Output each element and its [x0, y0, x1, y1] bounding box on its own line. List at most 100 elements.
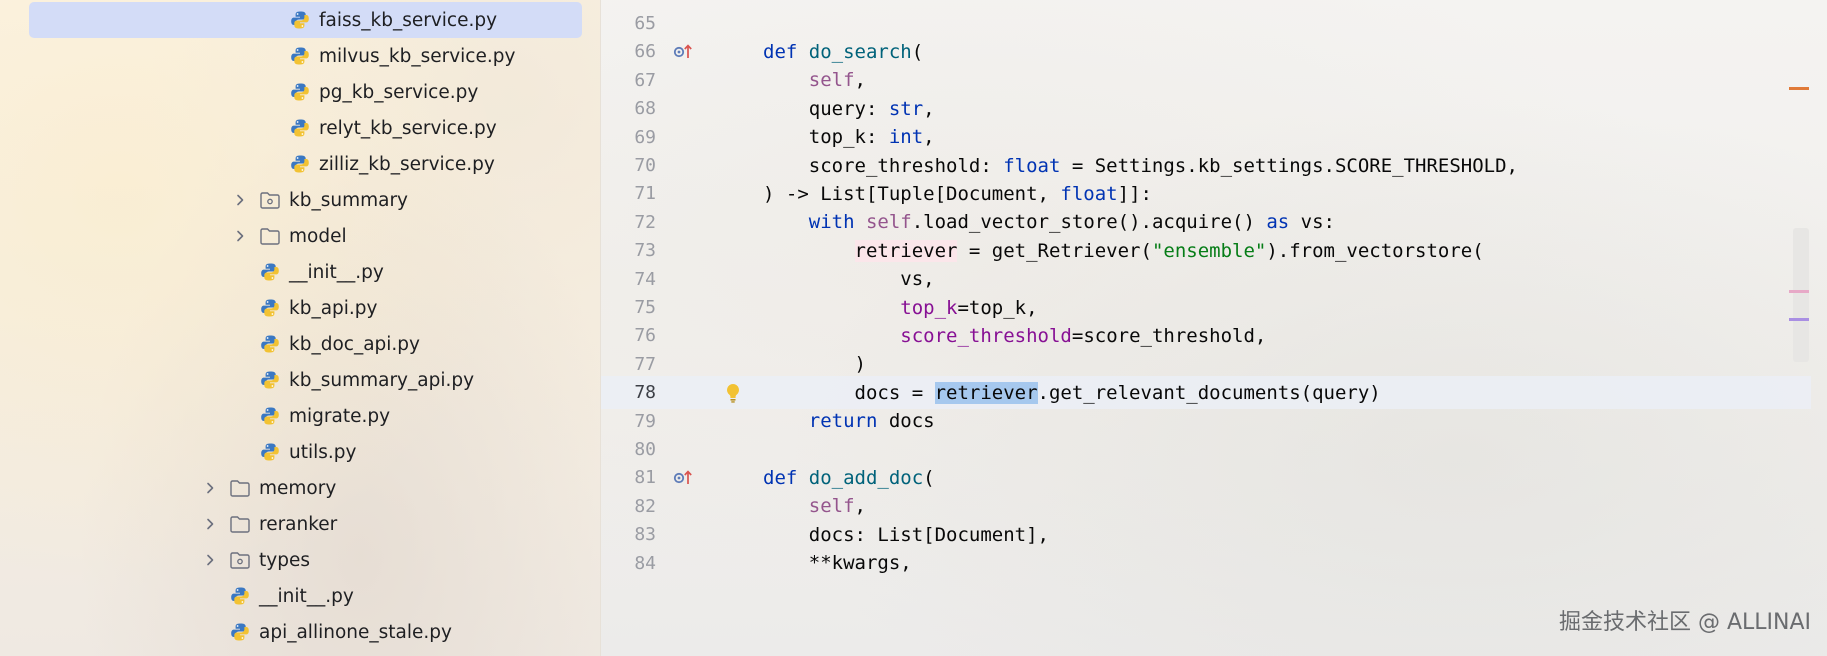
tree-item[interactable]: pg_kb_service.py [0, 74, 600, 110]
code-token: ) [763, 353, 866, 376]
code-token: retriever [854, 239, 958, 262]
code-token: do_search [808, 40, 912, 63]
line-number[interactable]: 84 [601, 553, 656, 574]
tree-item[interactable]: __init__.py [0, 578, 600, 614]
tree-item[interactable]: migrate.py [0, 398, 600, 434]
tree-item[interactable]: kb_summary_api.py [0, 362, 600, 398]
line-number[interactable]: 66 [601, 41, 656, 62]
line-number[interactable]: 79 [601, 411, 656, 432]
tree-item-label: kb_summary_api.py [289, 369, 475, 391]
code-text: def do_add_doc( [763, 467, 935, 489]
chevron-right-icon[interactable] [201, 551, 219, 569]
line-number[interactable]: 83 [601, 524, 656, 545]
code-token: vs, [763, 268, 935, 291]
code-token: do_add_doc [808, 466, 924, 489]
tree-item[interactable]: types [0, 542, 600, 578]
tree-item-label: api_allinone_stale.py [259, 621, 452, 643]
tree-item[interactable]: utils.py [0, 434, 600, 470]
code-token: , [923, 126, 935, 149]
line-number[interactable]: 78 [601, 382, 656, 403]
line-number[interactable]: 76 [601, 325, 656, 346]
tree-item[interactable]: reranker [0, 506, 600, 542]
tree-item[interactable]: zilliz_kb_service.py [0, 146, 600, 182]
line-number[interactable]: 65 [601, 13, 656, 34]
line-number[interactable]: 73 [601, 240, 656, 261]
code-token: ( [911, 40, 924, 63]
tree-item-label: reranker [259, 513, 338, 535]
code-token: , [923, 97, 935, 120]
line-number[interactable]: 74 [601, 269, 656, 290]
tree-item[interactable]: __init__.py [0, 254, 600, 290]
code-token: ( [923, 466, 935, 489]
code-text: with self.load_vector_store().acquire() … [763, 211, 1335, 233]
tree-item[interactable]: kb_doc_api.py [0, 326, 600, 362]
tree-item[interactable]: model [0, 218, 600, 254]
line-number[interactable]: 69 [601, 127, 656, 148]
code-text: self, [763, 495, 866, 517]
code-token: int [888, 126, 924, 149]
tree-item[interactable]: api_allinone_stale.py [0, 614, 600, 650]
python-file-icon [289, 81, 311, 103]
python-file-icon [289, 45, 311, 67]
tree-item-label: faiss_kb_service.py [319, 9, 498, 31]
tree-item-label: pg_kb_service.py [319, 81, 479, 103]
lightbulb-icon[interactable] [713, 378, 753, 408]
code-token: self [808, 69, 855, 92]
chevron-right-icon[interactable] [201, 515, 219, 533]
chevron-right-icon[interactable] [201, 479, 219, 497]
tree-item-label: kb_api.py [289, 297, 378, 319]
line-number[interactable]: 82 [601, 496, 656, 517]
code-token: docs = [763, 381, 935, 404]
tree-item[interactable]: milvus_kb_service.py [0, 38, 600, 74]
tree-item[interactable]: relyt_kb_service.py [0, 110, 600, 146]
code-token: .get_relevant_documents(query) [1037, 381, 1381, 404]
line-number[interactable]: 75 [601, 297, 656, 318]
code-token: self [808, 495, 855, 518]
project-tree: faiss_kb_service.py milvus_kb_service.pyp… [0, 0, 601, 656]
code-text: score_threshold=score_threshold, [763, 325, 1266, 347]
line-number[interactable]: 71 [601, 183, 656, 204]
override-method-icon[interactable] [663, 37, 703, 67]
chevron-right-icon[interactable] [231, 227, 249, 245]
code-token: with [808, 211, 866, 234]
watermark: 掘金技术社区 @ ALLINAI [1558, 610, 1811, 635]
line-number[interactable]: 80 [601, 439, 656, 460]
line-number[interactable]: 77 [601, 354, 656, 375]
code-editor[interactable]: 65 66 def do_search(67 self, 68 query: str,… [601, 0, 1827, 656]
tree-item-label: milvus_kb_service.py [319, 45, 516, 67]
tree-item-label: migrate.py [289, 405, 391, 427]
chevron-right-icon[interactable] [231, 191, 249, 209]
line-number[interactable]: 81 [601, 467, 656, 488]
code-token: float [1003, 154, 1061, 177]
python-file-icon [259, 333, 281, 355]
code-token: retriever [934, 381, 1038, 404]
override-method-icon[interactable] [663, 463, 703, 493]
code-line[interactable]: 84 **kwargs, [601, 547, 1811, 580]
code-text: top_k: int, [763, 126, 935, 148]
tree-item[interactable]: memory [0, 470, 600, 506]
folder-icon [229, 477, 251, 499]
code-token: def [763, 40, 809, 63]
tree-item-label: __init__.py [289, 261, 384, 283]
code-token: str [888, 97, 924, 120]
tree-item[interactable]: kb_summary [0, 182, 600, 218]
code-token: top_k [900, 296, 958, 319]
tree-item[interactable]: faiss_kb_service.py [0, 2, 600, 38]
python-file-icon [289, 117, 311, 139]
code-token: score_threshold: [763, 154, 1004, 177]
code-token: ]]: [1117, 182, 1152, 205]
line-number[interactable]: 72 [601, 212, 656, 233]
line-number[interactable]: 67 [601, 70, 656, 91]
line-number[interactable]: 70 [601, 155, 656, 176]
line-number[interactable]: 68 [601, 98, 656, 119]
code-token: , [854, 495, 866, 518]
tree-item-label: utils.py [289, 441, 357, 463]
tree-item[interactable]: kb_api.py [0, 290, 600, 326]
code-token: docs [877, 410, 935, 433]
